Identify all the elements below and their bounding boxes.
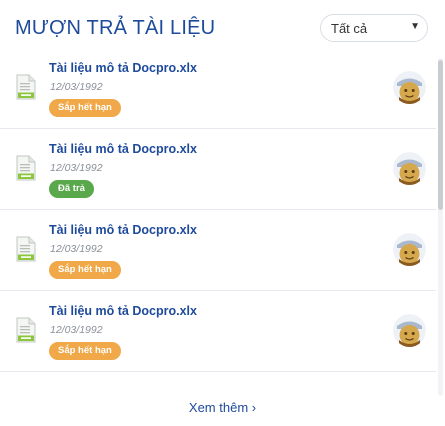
- document-name[interactable]: Tài liệu mô tả Docpro.xlx: [49, 142, 197, 156]
- user-avatar[interactable]: [393, 71, 426, 104]
- user-avatar[interactable]: [393, 314, 426, 347]
- excel-file-icon: [15, 317, 37, 343]
- status-badge: Sắp hết hạn: [49, 99, 121, 117]
- excel-file-icon: [15, 74, 37, 100]
- status-badge: Đã trả: [49, 180, 94, 198]
- see-more-link[interactable]: Xem thêm ›: [0, 400, 445, 415]
- filter-selected-value: Tất cả: [331, 21, 368, 36]
- user-avatar[interactable]: [393, 152, 426, 185]
- status-filter-select[interactable]: Tất cả ▼: [320, 14, 428, 42]
- dropdown-arrow-icon: ▼: [410, 21, 420, 32]
- excel-file-icon: [15, 155, 37, 181]
- list-item[interactable]: Tài liệu mô tả Docpro.xlx 12/03/1992 Sắp…: [0, 48, 436, 129]
- user-avatar[interactable]: [393, 233, 426, 266]
- document-name[interactable]: Tài liệu mô tả Docpro.xlx: [49, 61, 197, 75]
- status-badge: Sắp hết hạn: [49, 342, 121, 360]
- document-date: 12/03/1992: [50, 162, 103, 174]
- document-name[interactable]: Tài liệu mô tả Docpro.xlx: [49, 223, 197, 237]
- document-date: 12/03/1992: [50, 243, 103, 255]
- excel-file-icon: [15, 236, 37, 262]
- document-date: 12/03/1992: [50, 324, 103, 336]
- list-item[interactable]: Tài liệu mô tả Docpro.xlx 12/03/1992 Đã …: [0, 129, 436, 210]
- page-title: MƯỢN TRẢ TÀI LIỆU: [15, 17, 216, 39]
- status-badge: Sắp hết hạn: [49, 261, 121, 279]
- document-list: Tài liệu mô tả Docpro.xlx 12/03/1992 Sắp…: [0, 48, 436, 372]
- list-item[interactable]: Tài liệu mô tả Docpro.xlx 12/03/1992 Sắp…: [0, 210, 436, 291]
- list-item[interactable]: Tài liệu mô tả Docpro.xlx 12/03/1992 Sắp…: [0, 291, 436, 372]
- document-date: 12/03/1992: [50, 81, 103, 93]
- scrollbar-thumb[interactable]: [438, 60, 443, 210]
- document-name[interactable]: Tài liệu mô tả Docpro.xlx: [49, 304, 197, 318]
